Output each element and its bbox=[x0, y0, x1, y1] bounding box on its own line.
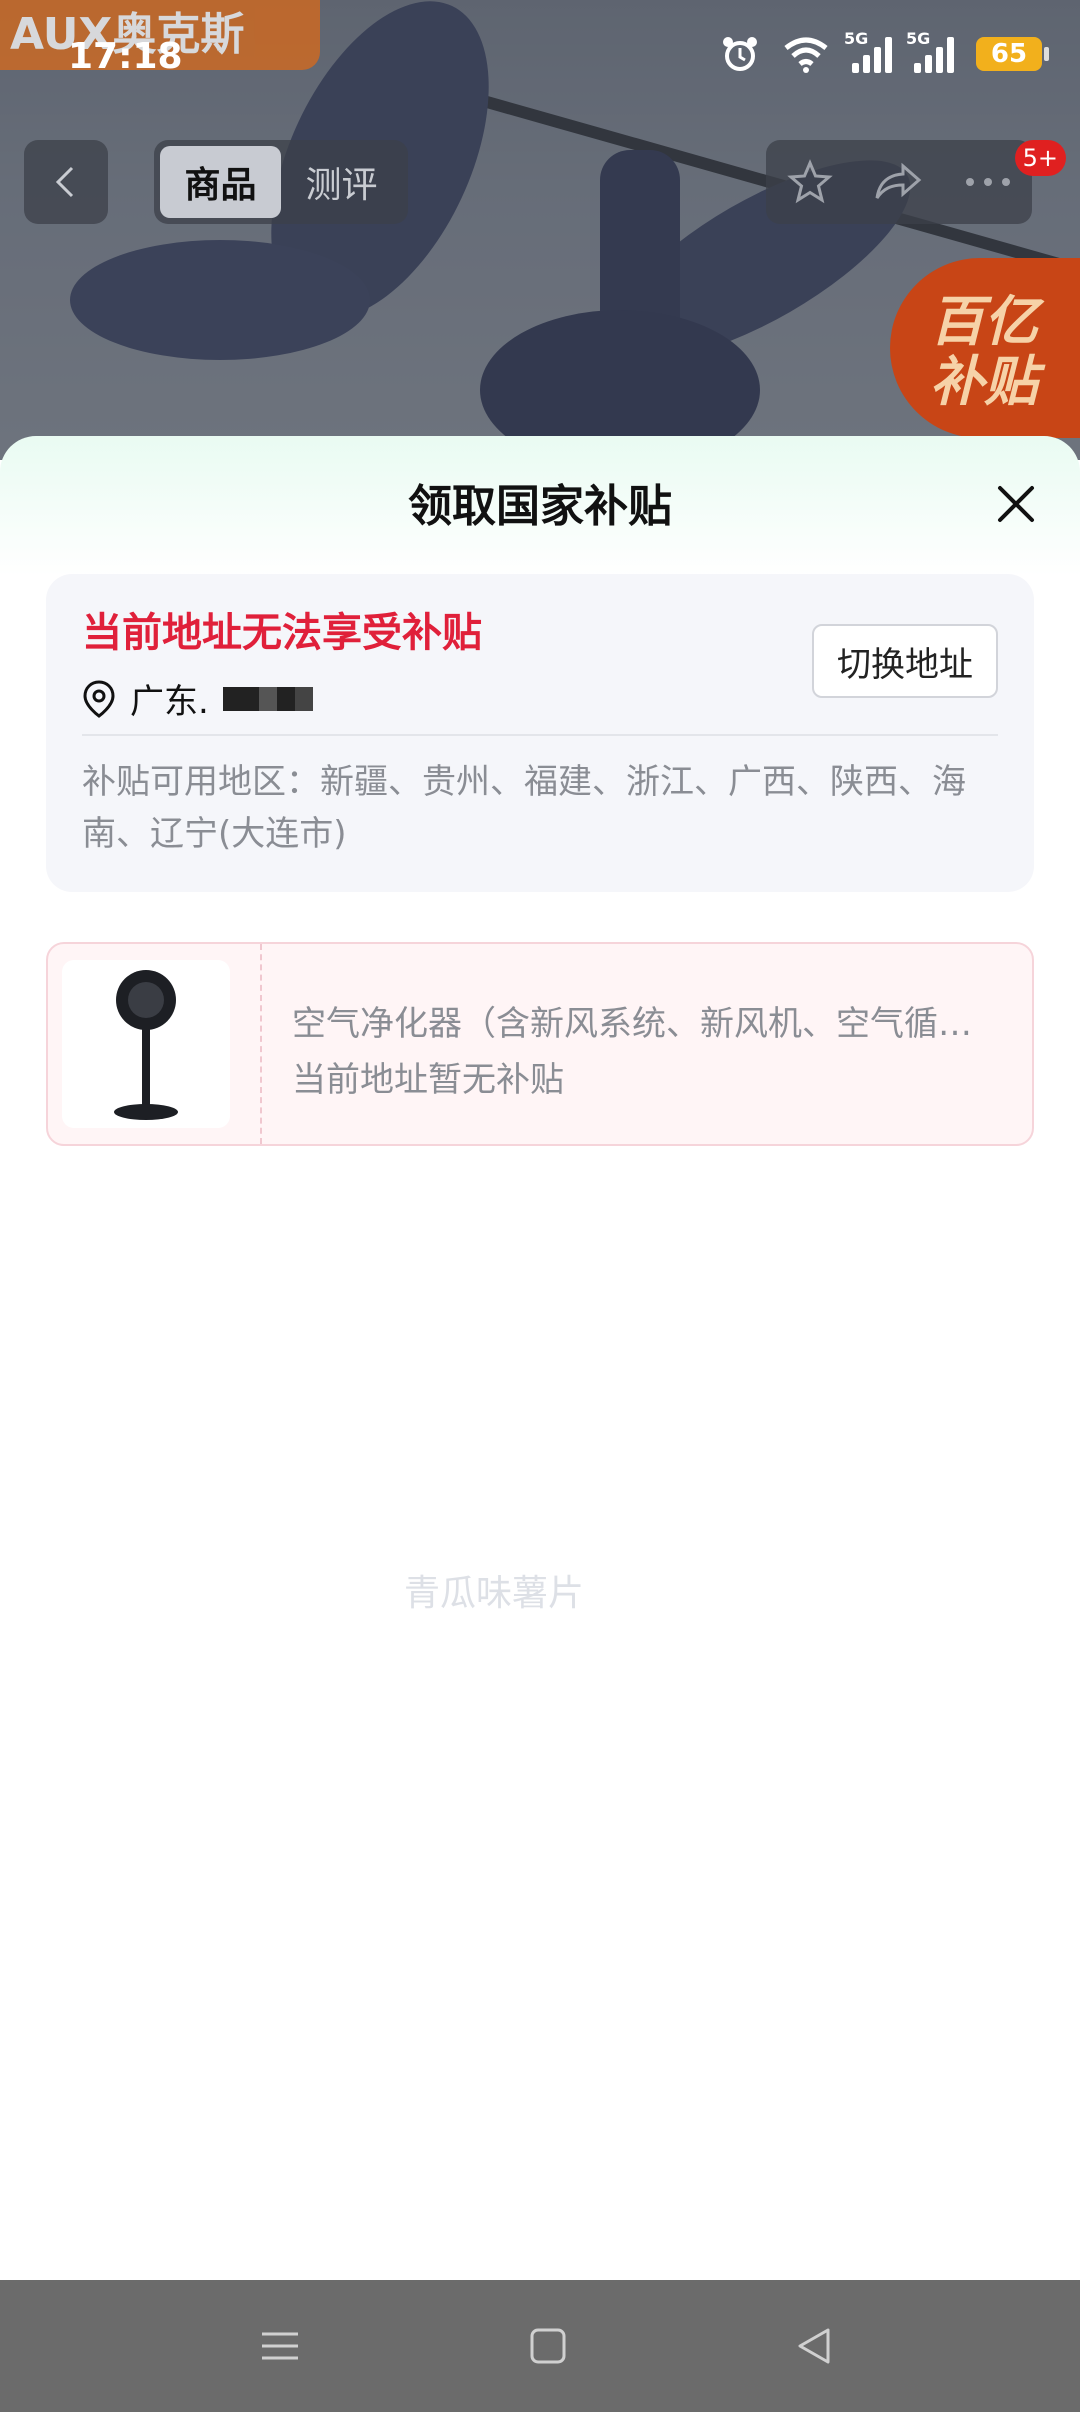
eligible-regions: 补贴可用地区：新疆、贵州、福建、浙江、广西、陕西、海南、辽宁(大连市) bbox=[82, 762, 966, 854]
back-button[interactable] bbox=[24, 140, 108, 224]
alarm-icon bbox=[723, 37, 757, 71]
promo-line1: 百亿 bbox=[930, 290, 1038, 353]
fan-product-image bbox=[114, 970, 178, 1120]
home-icon[interactable] bbox=[524, 2322, 572, 2370]
product-thumbnail bbox=[62, 960, 230, 1128]
wifi-icon bbox=[784, 37, 828, 73]
address-redaction bbox=[222, 686, 313, 711]
chevron-left-icon bbox=[55, 166, 74, 198]
product-thumbnail-wrap bbox=[48, 944, 262, 1144]
status-bar: 17:18 5G 5G 65 bbox=[0, 0, 1080, 120]
product-card[interactable]: 空气净化器（含新风系统、新风机、空气循环扇） 当前地址暂无补贴 bbox=[46, 942, 1034, 1146]
notification-badge: 5+ bbox=[1014, 140, 1066, 176]
status-icons: 5G 5G 65 bbox=[720, 29, 1049, 74]
more-icon[interactable] bbox=[964, 174, 1012, 190]
tab-reviews[interactable]: 测评 bbox=[281, 146, 402, 218]
system-navigation-bar bbox=[0, 2280, 1080, 2412]
status-time: 17:18 bbox=[68, 36, 183, 77]
back-triangle-icon[interactable] bbox=[790, 2322, 838, 2370]
menu-icon[interactable] bbox=[256, 2322, 304, 2370]
cellular-signal-icon: 5G bbox=[844, 29, 892, 73]
address-warning: 当前地址无法享受补贴 bbox=[82, 610, 482, 656]
product-name: 空气净化器（含新风系统、新风机、空气循环扇） bbox=[292, 1004, 1002, 1044]
tab-goods[interactable]: 商品 bbox=[160, 146, 281, 218]
share-icon[interactable] bbox=[873, 158, 925, 206]
subsidy-bottom-sheet: 领取国家补贴 当前地址无法享受补贴 广东. 切换地址 补贴可用地区：新疆、贵州、… bbox=[0, 436, 1080, 2280]
address-text: 广东. bbox=[130, 682, 209, 722]
subsidy-promo-badge: 百亿 补贴 bbox=[890, 258, 1080, 438]
sheet-title: 领取国家补贴 bbox=[408, 481, 672, 532]
switch-address-button[interactable]: 切换地址 bbox=[812, 624, 998, 698]
top-actions bbox=[766, 140, 1032, 224]
promo-line2: 补贴 bbox=[930, 350, 1038, 413]
product-tab-switcher: 商品 测评 bbox=[154, 140, 408, 224]
location-pin-icon bbox=[83, 679, 115, 718]
divider bbox=[82, 734, 998, 736]
address-card: 当前地址无法享受补贴 广东. 切换地址 补贴可用地区：新疆、贵州、福建、浙江、广… bbox=[46, 574, 1034, 892]
cellular-signal-icon-2: 5G bbox=[906, 29, 954, 73]
current-address: 广东. bbox=[82, 674, 313, 723]
close-icon[interactable] bbox=[992, 480, 1040, 528]
product-subsidy-status: 当前地址暂无补贴 bbox=[292, 1060, 564, 1100]
battery-indicator: 65 bbox=[976, 37, 1049, 71]
watermark: 青瓜味薯片 bbox=[404, 1573, 585, 1614]
star-icon[interactable] bbox=[786, 158, 834, 206]
